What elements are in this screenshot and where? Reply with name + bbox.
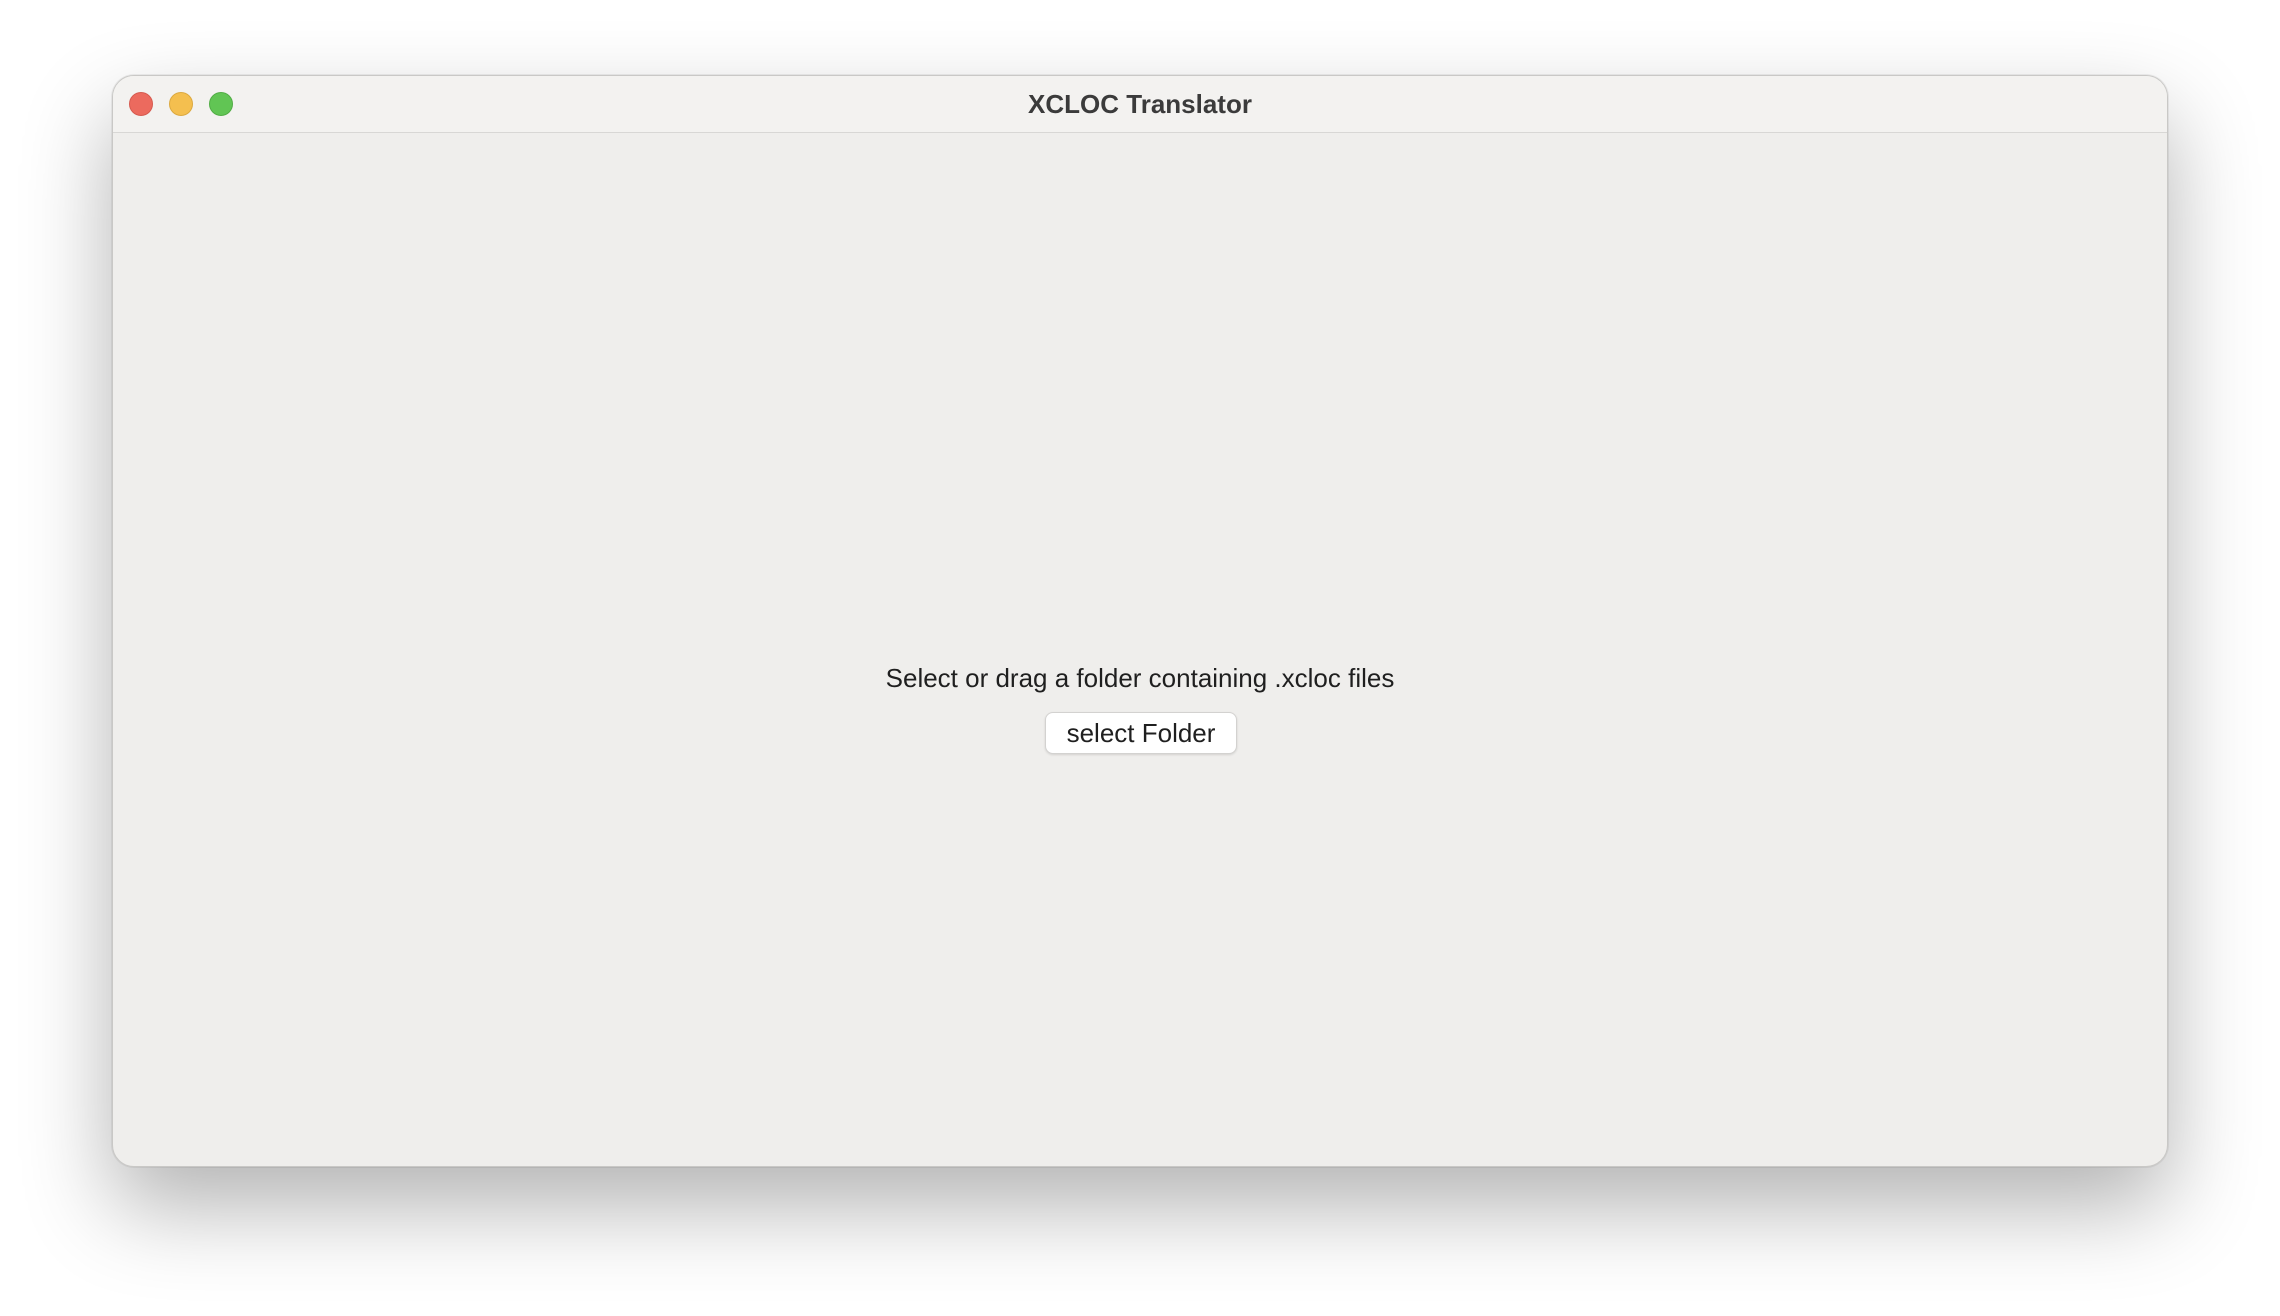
drop-zone[interactable]: Select or drag a folder containing .xclo… [113, 133, 2167, 1166]
title-bar[interactable]: XCLOC Translator [113, 76, 2167, 133]
instruction-text: Select or drag a folder containing .xclo… [885, 663, 1395, 693]
select-folder-button[interactable]: select Folder [1045, 712, 1237, 754]
app-window: XCLOC Translator Select or drag a folder… [112, 75, 2168, 1167]
window-title: XCLOC Translator [1028, 89, 1252, 119]
